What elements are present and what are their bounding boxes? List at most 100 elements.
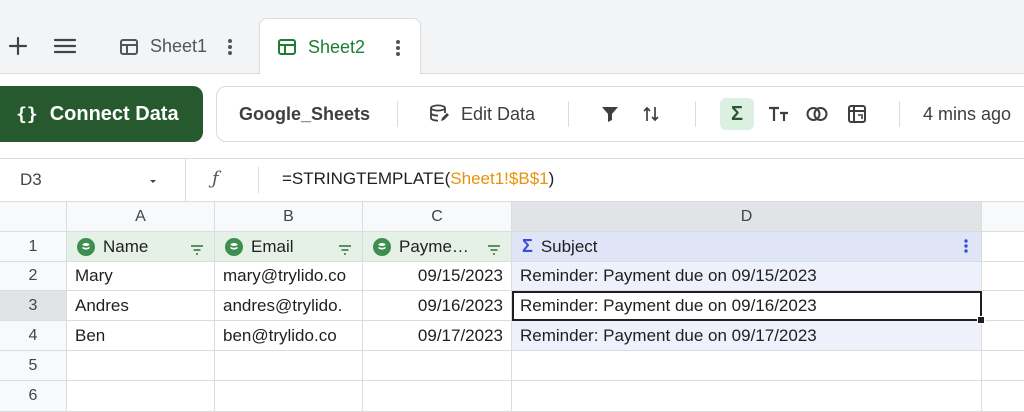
row-header-1[interactable]: 1 xyxy=(0,232,67,262)
database-icon xyxy=(77,237,95,256)
grid-cell[interactable] xyxy=(67,381,215,412)
kebab-icon xyxy=(396,40,400,56)
cell-a3[interactable]: Andres xyxy=(67,291,215,321)
join-icon xyxy=(806,107,828,121)
grid-cell[interactable] xyxy=(982,351,1024,381)
edit-data-button[interactable]: Edit Data xyxy=(429,87,535,141)
row-header-2[interactable]: 2 xyxy=(0,262,67,291)
header-cell-name[interactable]: Name xyxy=(67,232,215,262)
spreadsheet-grid: A B C D 1 2 3 4 5 6 Name Email Payme… Σ … xyxy=(0,202,1024,412)
cell-d4[interactable]: Reminder: Payment due on 09/17/2023 xyxy=(512,321,982,351)
cell-b4[interactable]: ben@trylido.co xyxy=(215,321,363,351)
header-cell-payment[interactable]: Payme… xyxy=(363,232,512,262)
grid-cell[interactable] xyxy=(982,381,1024,412)
row-header-4[interactable]: 4 xyxy=(0,321,67,351)
pivot-button[interactable] xyxy=(847,87,867,141)
column-menu-button[interactable] xyxy=(963,238,969,259)
header-cell-subject[interactable]: Σ Subject xyxy=(512,232,982,262)
text-format-icon xyxy=(769,106,788,121)
sort-icon xyxy=(643,106,659,122)
braces-icon: {} xyxy=(16,103,38,125)
cell-c4[interactable]: 09/17/2023 xyxy=(363,321,512,351)
cell-c3[interactable]: 09/16/2023 xyxy=(363,291,512,321)
column-header-c[interactable]: C xyxy=(363,202,512,232)
tab-sheet2-menu-button[interactable] xyxy=(388,37,408,59)
cell-c2[interactable]: 09/15/2023 xyxy=(363,262,512,291)
filter-icon[interactable] xyxy=(190,241,204,261)
database-icon xyxy=(430,104,449,122)
column-header-a[interactable]: A xyxy=(67,202,215,232)
database-icon xyxy=(225,237,243,256)
all-sheets-menu-button[interactable] xyxy=(47,28,83,64)
tab-label: Sheet2 xyxy=(308,36,366,57)
tab-sheet2[interactable]: Sheet2 xyxy=(259,18,421,75)
cell-reference: D3 xyxy=(20,170,42,189)
sheet-tab-bar: Sheet1 Sheet2 xyxy=(0,0,1024,75)
header-label: Subject xyxy=(540,236,598,256)
fill-handle[interactable] xyxy=(977,316,985,324)
table-icon xyxy=(120,38,138,55)
column-header-d[interactable]: D xyxy=(512,202,982,232)
row-header-6[interactable]: 6 xyxy=(0,381,67,412)
database-icon xyxy=(373,237,391,256)
pivot-icon xyxy=(848,105,866,123)
tab-sheet1-menu-button[interactable] xyxy=(220,36,240,58)
table-icon xyxy=(278,39,296,55)
function-icon: ƒ xyxy=(212,168,219,189)
cell-reference-box[interactable]: D3 xyxy=(0,159,186,201)
sort-button[interactable] xyxy=(643,87,659,141)
grid-cell[interactable] xyxy=(363,351,512,381)
kebab-icon xyxy=(964,239,968,253)
row-header-5[interactable]: 5 xyxy=(0,351,67,381)
formula-column-button[interactable]: Σ xyxy=(720,98,754,130)
cell-a4[interactable]: Ben xyxy=(67,321,215,351)
grid-cell[interactable] xyxy=(215,351,363,381)
header-cell-email[interactable]: Email xyxy=(215,232,363,262)
tab-sheet1[interactable]: Sheet1 xyxy=(102,18,252,75)
connect-data-button[interactable]: {} Connect Data xyxy=(0,86,203,142)
cell-a2[interactable]: Mary xyxy=(67,262,215,291)
grid-cell[interactable] xyxy=(982,232,1024,262)
row-header-3[interactable]: 3 xyxy=(0,291,67,321)
last-saved-status: 4 mins ago xyxy=(923,103,1012,124)
caret-down-icon xyxy=(147,172,159,192)
grid-cell[interactable] xyxy=(982,262,1024,291)
formula-reference: Sheet1!$B$1 xyxy=(450,169,549,188)
grid-cell[interactable] xyxy=(982,291,1024,321)
grid-cell[interactable] xyxy=(512,351,982,381)
active-cell-outline xyxy=(512,291,982,321)
plus-icon xyxy=(8,36,28,56)
grid-corner[interactable] xyxy=(0,202,67,232)
column-header-b[interactable]: B xyxy=(215,202,363,232)
toolbar-divider xyxy=(899,101,900,127)
add-sheet-button[interactable] xyxy=(0,28,36,64)
grid-cell[interactable] xyxy=(363,381,512,412)
toolbar-divider xyxy=(397,101,398,127)
grid-cell[interactable] xyxy=(215,381,363,412)
cell-d2[interactable]: Reminder: Payment due on 09/15/2023 xyxy=(512,262,982,291)
source-tool-panel: Google_Sheets Edit Data Σ 4 mins ago xyxy=(216,86,1024,142)
formula-input[interactable]: =STRINGTEMPLATE(Sheet1!$B$1) xyxy=(282,169,554,189)
data-source-name[interactable]: Google_Sheets xyxy=(239,87,370,141)
formula-bar: D3 ƒ =STRINGTEMPLATE(Sheet1!$B$1) xyxy=(0,158,1024,202)
grid-cell[interactable] xyxy=(512,381,982,412)
grid-cell[interactable] xyxy=(67,351,215,381)
sigma-icon: Σ xyxy=(522,236,533,256)
cell-b2[interactable]: mary@trylido.co xyxy=(215,262,363,291)
formula-prefix: =STRINGTEMPLATE( xyxy=(282,169,451,188)
join-button[interactable] xyxy=(806,87,828,141)
text-format-button[interactable] xyxy=(768,87,790,141)
cell-b3[interactable]: andres@trylido. xyxy=(215,291,363,321)
grid-cell[interactable] xyxy=(982,321,1024,351)
column-header-e[interactable] xyxy=(982,202,1024,232)
filter-button[interactable] xyxy=(601,87,619,141)
formula-suffix: ) xyxy=(548,169,555,188)
connect-data-label: Connect Data xyxy=(49,102,179,125)
menu-icon xyxy=(53,38,77,54)
header-label: Name xyxy=(103,236,149,256)
kebab-icon xyxy=(228,39,232,55)
filter-icon[interactable] xyxy=(338,241,352,261)
toolbar-divider xyxy=(568,101,569,127)
filter-icon[interactable] xyxy=(487,241,501,261)
filter-icon xyxy=(602,107,618,122)
